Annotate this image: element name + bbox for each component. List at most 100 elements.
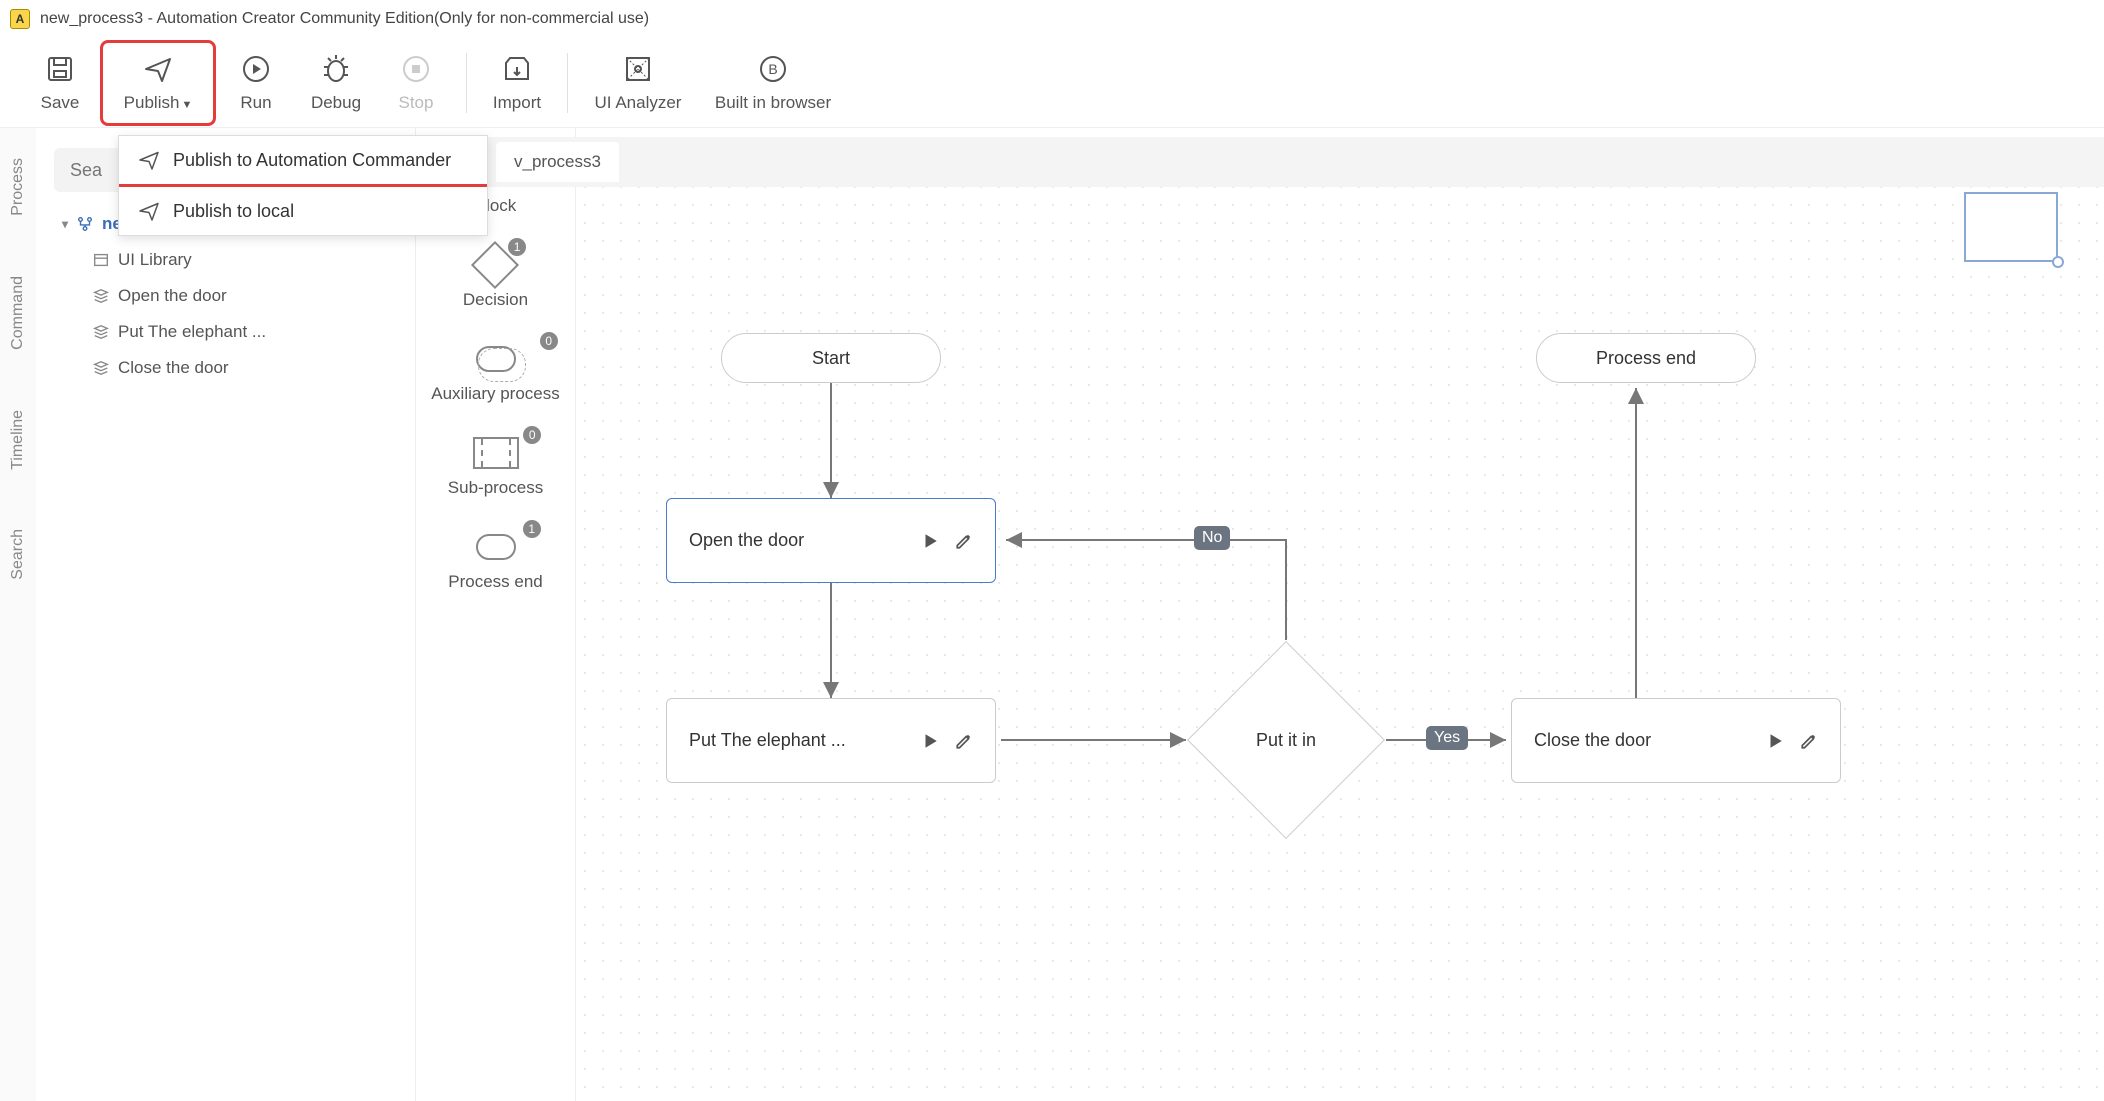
palette-label: Decision: [463, 290, 528, 310]
edge-no: No: [1194, 526, 1230, 550]
vertical-tabs: Process Command Timeline Search: [0, 128, 36, 1101]
toolbar: Save Publish▼ Run Debug Stop Import UI A…: [0, 38, 2104, 128]
vtab-process[interactable]: Process: [9, 158, 27, 216]
import-label: Import: [493, 93, 541, 113]
save-button[interactable]: Save: [20, 40, 100, 126]
run-button[interactable]: Run: [216, 40, 296, 126]
play-icon[interactable]: [1766, 732, 1784, 750]
node-label: Open the door: [689, 530, 804, 551]
edit-icon[interactable]: [1800, 732, 1818, 750]
flow-edges: [576, 178, 2104, 1101]
titlebar: A new_process3 - Automation Creator Comm…: [0, 0, 2104, 38]
badge: 0: [540, 332, 558, 350]
built-in-browser-button[interactable]: B Built in browser: [698, 40, 848, 126]
debug-icon: [320, 53, 352, 85]
node-label: Close the door: [1534, 730, 1651, 751]
publish-icon: [137, 148, 161, 172]
node-label: Start: [812, 348, 850, 369]
publish-button[interactable]: Publish▼: [100, 40, 216, 126]
publish-icon: [137, 199, 161, 223]
play-icon[interactable]: [921, 732, 939, 750]
chevron-down-icon: ▾: [62, 217, 68, 231]
palette-label: Sub-process: [448, 478, 543, 498]
run-label: Run: [240, 93, 271, 113]
tab-active[interactable]: v_process3: [496, 142, 619, 182]
process-icon: [76, 215, 94, 233]
node-open-door[interactable]: Open the door: [666, 498, 996, 583]
ui-analyzer-button[interactable]: UI Analyzer: [578, 40, 698, 126]
publish-to-commander[interactable]: Publish to Automation Commander: [119, 136, 487, 187]
palette-label: Process end: [448, 572, 543, 592]
node-process-end[interactable]: Process end: [1536, 333, 1756, 383]
stop-icon: [400, 53, 432, 85]
publish-to-local[interactable]: Publish to local: [119, 187, 487, 235]
app-icon: A: [10, 9, 30, 29]
import-icon: [501, 53, 533, 85]
node-actions: [1766, 732, 1818, 750]
edge-yes: Yes: [1426, 726, 1468, 750]
publish-icon: [142, 53, 174, 85]
separator: [466, 53, 467, 113]
tree-item-ui-library[interactable]: UI Library: [56, 242, 395, 278]
window-title: new_process3 - Automation Creator Commun…: [40, 10, 649, 28]
decision-label: Put it in: [1256, 730, 1316, 751]
canvas[interactable]: Start Open the door Put The elephant ...…: [576, 178, 2104, 1101]
layers-icon: [92, 287, 110, 305]
workarea: Process Command Timeline Search ▾ new_pr…: [0, 128, 2104, 1101]
node-actions: [921, 532, 973, 550]
tree-item-put-elephant[interactable]: Put The elephant ...: [56, 314, 395, 350]
debug-label: Debug: [311, 93, 361, 113]
run-icon: [240, 53, 272, 85]
dd-label: Publish to local: [173, 201, 294, 222]
badge: 0: [523, 426, 541, 444]
palette-end[interactable]: 1 Process end: [444, 528, 547, 592]
edit-icon[interactable]: [955, 532, 973, 550]
layers-icon: [92, 323, 110, 341]
browser-icon: B: [757, 53, 789, 85]
node-label: Process end: [1596, 348, 1696, 369]
ui-analyzer-icon: [622, 53, 654, 85]
node-close-door[interactable]: Close the door: [1511, 698, 1841, 783]
palette-subprocess[interactable]: 0 Sub-process: [444, 434, 547, 498]
browser-label: Built in browser: [715, 93, 831, 113]
publish-label: Publish▼: [124, 93, 193, 113]
tree-label: UI Library: [118, 250, 192, 270]
vtab-command[interactable]: Command: [9, 276, 27, 350]
stop-button[interactable]: Stop: [376, 40, 456, 126]
sidebar: ▾ new_process3 UI Library Open the door …: [36, 128, 416, 1101]
svg-text:B: B: [768, 61, 777, 77]
save-label: Save: [41, 93, 80, 113]
badge: 1: [508, 238, 526, 256]
tree-label: Open the door: [118, 286, 227, 306]
node-label: Put The elephant ...: [689, 730, 846, 751]
dd-label: Publish to Automation Commander: [173, 150, 451, 171]
layers-icon: [92, 359, 110, 377]
palette-label: Auxiliary process: [431, 384, 560, 404]
badge: 1: [523, 520, 541, 538]
tree-label: Close the door: [118, 358, 229, 378]
node-put-elephant[interactable]: Put The elephant ...: [666, 698, 996, 783]
tree-item-close-door[interactable]: Close the door: [56, 350, 395, 386]
debug-button[interactable]: Debug: [296, 40, 376, 126]
tab-label: v_process3: [514, 152, 601, 171]
stop-label: Stop: [399, 93, 434, 113]
library-icon: [92, 251, 110, 269]
ui-analyzer-label: UI Analyzer: [595, 93, 682, 113]
tree-item-open-door[interactable]: Open the door: [56, 278, 395, 314]
separator: [567, 53, 568, 113]
chevron-down-icon: ▼: [181, 99, 192, 111]
node-start[interactable]: Start: [721, 333, 941, 383]
vtab-timeline[interactable]: Timeline: [9, 410, 27, 470]
publish-dropdown: Publish to Automation Commander Publish …: [118, 135, 488, 236]
palette-auxiliary[interactable]: 0 Auxiliary process: [427, 340, 564, 404]
edit-icon[interactable]: [955, 732, 973, 750]
play-icon[interactable]: [921, 532, 939, 550]
tab-strip: v_process3: [416, 137, 2104, 187]
palette-decision[interactable]: 1 Decision: [459, 246, 532, 310]
minimap[interactable]: [1964, 192, 2058, 262]
vtab-search[interactable]: Search: [9, 529, 27, 580]
palette: 3 Block 1 Decision 0 Auxiliary process 0…: [416, 128, 576, 1101]
save-icon: [44, 53, 76, 85]
import-button[interactable]: Import: [477, 40, 557, 126]
node-actions: [921, 732, 973, 750]
